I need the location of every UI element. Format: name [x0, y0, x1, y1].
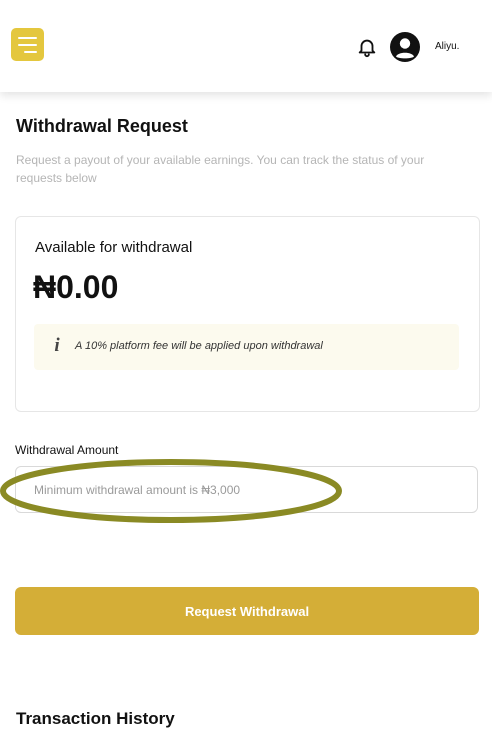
- fee-notice-text: A 10% platform fee will be applied upon …: [75, 340, 323, 352]
- page-title: Withdrawal Request: [16, 116, 188, 136]
- transaction-history-title: Transaction History: [16, 709, 175, 728]
- user-avatar-icon[interactable]: [390, 32, 420, 62]
- available-balance: ₦0.00: [33, 269, 119, 305]
- top-header: Aliyu.: [0, 0, 492, 92]
- available-label: Available for withdrawal: [35, 239, 193, 256]
- request-withdrawal-button[interactable]: Request Withdrawal: [15, 587, 479, 635]
- withdrawal-amount-input[interactable]: [15, 466, 478, 513]
- withdrawal-amount-label: Withdrawal Amount: [15, 443, 119, 457]
- username-label[interactable]: Aliyu.: [435, 41, 459, 52]
- hamburger-menu-icon[interactable]: [11, 28, 44, 61]
- bell-icon[interactable]: [356, 36, 378, 58]
- info-icon: i: [54, 335, 60, 356]
- fee-notice: i A 10% platform fee will be applied upo…: [34, 324, 459, 370]
- balance-card: Available for withdrawal ₦0.00 i A 10% p…: [15, 216, 480, 412]
- page-description: Request a payout of your available earni…: [16, 153, 425, 185]
